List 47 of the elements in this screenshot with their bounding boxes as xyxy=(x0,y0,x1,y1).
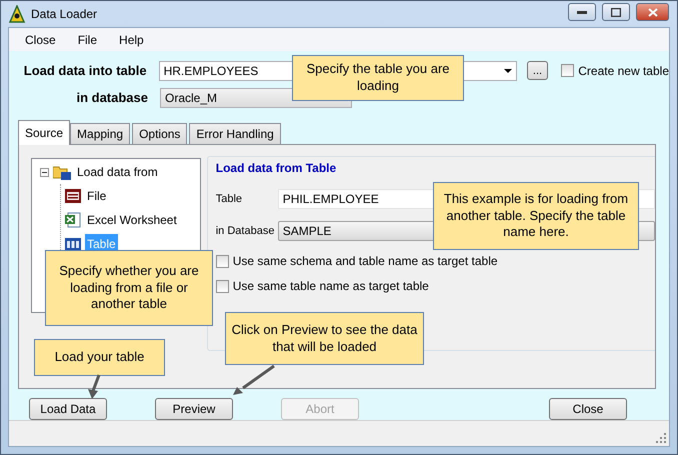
callout-tooltip: Specify whether you are loading from a file or another table xyxy=(45,250,213,326)
close-button[interactable] xyxy=(636,3,669,21)
dropdown-arrow-icon xyxy=(504,68,512,72)
tab[interactable]: Options xyxy=(132,123,188,145)
callout-tooltip: Specify the table you are loading xyxy=(292,55,464,101)
action-button[interactable]: Preview xyxy=(155,398,233,420)
folder-icon xyxy=(53,164,71,180)
resize-grip-icon[interactable] xyxy=(656,433,666,443)
collapse-icon[interactable] xyxy=(40,168,49,176)
spreadsheet-icon xyxy=(65,212,81,228)
minimize-button[interactable] xyxy=(568,3,596,21)
group-title: Load data from Table xyxy=(216,161,338,175)
tree-node[interactable]: File xyxy=(85,186,108,206)
menu-item[interactable]: Close xyxy=(25,32,56,46)
tree-node[interactable]: Excel Worksheet xyxy=(85,210,179,230)
tab[interactable]: Error Handling xyxy=(189,123,281,145)
source-database-label: in Database xyxy=(216,225,276,237)
option-checkbox[interactable] xyxy=(216,254,229,268)
callout-tooltip: Load your table xyxy=(34,339,165,376)
tab[interactable]: Source xyxy=(18,120,70,145)
option-label: Use same table name as target table xyxy=(232,279,429,293)
app-logo-icon xyxy=(9,5,25,23)
minimize-icon xyxy=(577,10,587,14)
menu-item[interactable]: Help xyxy=(119,32,144,46)
create-new-checkbox[interactable] xyxy=(561,64,574,77)
target-database-label: in database xyxy=(75,90,148,105)
pointer-arrow xyxy=(87,375,101,399)
browse-button[interactable]: ... xyxy=(526,61,548,80)
pointer-arrow xyxy=(233,365,275,395)
create-new-label: Create new table xyxy=(578,64,669,78)
target-table-label: Load data into table xyxy=(22,63,147,78)
option-label: Use same schema and table name as target table xyxy=(232,254,498,268)
option-checkbox[interactable] xyxy=(216,280,229,292)
close-icon xyxy=(648,8,658,16)
callout-tooltip: Click on Preview to see the data that will be loaded xyxy=(225,312,424,365)
table-icon xyxy=(65,238,81,250)
callout-tooltip: This example is for loading from another table. Specify the table name here. xyxy=(433,182,639,250)
tree-node[interactable]: Load data from xyxy=(75,162,160,182)
window-title: Data Loader xyxy=(31,7,98,21)
source-table-label: Table xyxy=(216,193,244,205)
tab[interactable]: Mapping xyxy=(70,123,130,145)
menu-item[interactable]: File xyxy=(78,32,98,46)
action-button[interactable]: Close xyxy=(549,398,627,420)
action-button[interactable]: Load Data xyxy=(29,398,107,420)
maximize-button[interactable] xyxy=(602,3,630,21)
maximize-icon xyxy=(611,8,621,16)
csv-file-icon xyxy=(65,188,81,204)
